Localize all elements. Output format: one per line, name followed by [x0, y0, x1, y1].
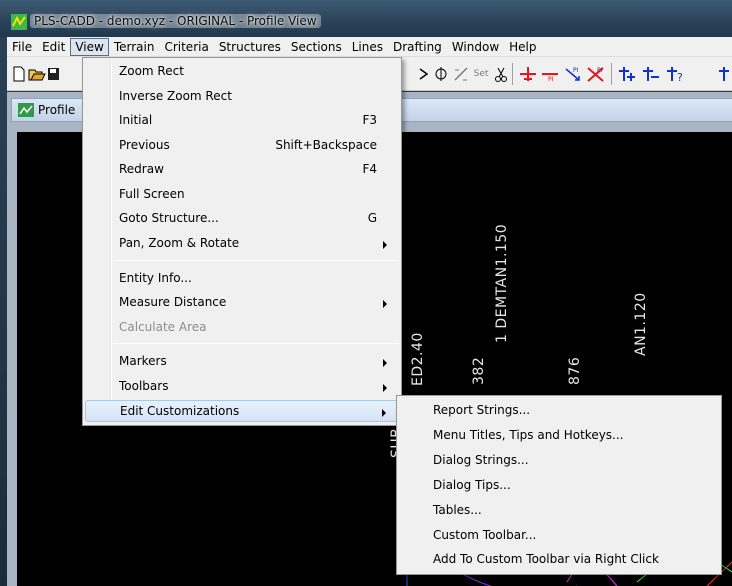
centerline-icon[interactable] [433, 64, 449, 84]
svg-text:?: ? [677, 71, 683, 84]
measure-icon[interactable] [453, 64, 469, 84]
profile-view-icon [18, 103, 34, 117]
window-title: PLS-CADD - demo.xyz - ORIGINAL - Profile… [30, 14, 321, 28]
svg-text:PI: PI [548, 76, 554, 83]
menu-bar: File Edit View Terrain Criteria Structur… [7, 37, 732, 57]
menu-item-markers[interactable]: Markers [85, 351, 399, 373]
shortcut-label: G [367, 211, 377, 225]
menu-file[interactable]: File [7, 38, 37, 56]
add-structure-icon[interactable] [617, 64, 637, 84]
menu-item-redraw[interactable]: Redraw F4 [85, 159, 399, 181]
submenu-item-menu-titles[interactable]: Menu Titles, Tips and Hotkeys... [399, 424, 719, 446]
submenu-arrow-icon [383, 241, 387, 249]
menu-item-goto-structure[interactable]: Goto Structure... G [85, 208, 399, 230]
submenu-item-dialog-tips[interactable]: Dialog Tips... [399, 474, 719, 496]
edit-customizations-submenu: Report Strings... Menu Titles, Tips and … [396, 395, 722, 575]
menu-item-previous[interactable]: Previous Shift+Backspace [85, 135, 399, 157]
structure-info-icon[interactable]: ? [665, 64, 687, 84]
menu-item-inverse-zoom-rect[interactable]: Inverse Zoom Rect [85, 86, 399, 108]
submenu-arrow-icon [383, 384, 387, 392]
new-file-icon[interactable] [11, 64, 27, 84]
menu-separator [113, 343, 399, 344]
menu-item-zoom-rect[interactable]: Zoom Rect [85, 61, 399, 83]
menu-view[interactable]: View [70, 37, 109, 56]
submenu-item-report-strings[interactable]: Report Strings... [399, 399, 719, 421]
structure-label: 876 [567, 356, 583, 385]
menu-separator [113, 260, 399, 261]
delete-structure-icon[interactable] [641, 64, 661, 84]
add-pi-icon[interactable] [518, 64, 538, 84]
menu-item-edit-customizations[interactable]: Edit Customizations [85, 400, 399, 422]
cursor-tool-icon[interactable] [417, 64, 431, 84]
menu-criteria[interactable]: Criteria [159, 38, 213, 56]
svg-text:PI: PI [573, 67, 579, 74]
shortcut-label: Shift+Backspace [275, 138, 377, 152]
move-pi-icon[interactable]: PI [563, 64, 583, 84]
title-bar: PLS-CADD - demo.xyz - ORIGINAL - Profile… [0, 0, 732, 37]
set-button[interactable]: Set [472, 64, 490, 84]
submenu-arrow-icon [382, 409, 386, 417]
menu-item-pan-zoom-rotate[interactable]: Pan, Zoom & Rotate [85, 233, 399, 255]
menu-drafting[interactable]: Drafting [388, 38, 447, 56]
submenu-arrow-icon [383, 300, 387, 308]
menu-item-measure-distance[interactable]: Measure Distance [85, 292, 399, 314]
screen: PLS-CADD - demo.xyz - ORIGINAL - Profile… [0, 0, 732, 586]
menu-structures[interactable]: Structures [214, 38, 286, 56]
submenu-item-tables[interactable]: Tables... [399, 499, 719, 521]
menu-item-calculate-area: Calculate Area [119, 320, 207, 334]
menu-item-entity-info[interactable]: Entity Info... [85, 268, 399, 290]
scissors-icon[interactable] [494, 64, 508, 84]
shortcut-label: F4 [362, 162, 377, 176]
submenu-arrow-icon [383, 359, 387, 367]
app-icon [11, 14, 27, 30]
profile-window-title: Profile [38, 103, 76, 117]
cross-pi-icon[interactable]: PI [585, 64, 607, 84]
menu-edit[interactable]: Edit [37, 38, 70, 56]
toolbar-separator [611, 63, 612, 85]
open-folder-icon[interactable] [28, 64, 46, 84]
submenu-item-custom-toolbar[interactable]: Custom Toolbar... [399, 524, 719, 546]
structure-label: AN1.120 [633, 292, 649, 356]
shortcut-label: F3 [362, 113, 377, 127]
menu-item-toolbars[interactable]: Toolbars [85, 376, 399, 398]
submenu-item-dialog-strings[interactable]: Dialog Strings... [399, 449, 719, 471]
toolbar-separator [512, 63, 513, 85]
structure-label: 382 [471, 356, 487, 385]
menu-terrain[interactable]: Terrain [109, 38, 160, 56]
more-tools-icon[interactable] [717, 64, 732, 84]
structure-label: 1 DEMTAN1.150 [494, 223, 510, 343]
delete-pi-icon[interactable]: PI [540, 64, 560, 84]
menu-help[interactable]: Help [504, 38, 541, 56]
save-icon[interactable] [47, 64, 59, 84]
view-menu-dropdown: Zoom Rect Inverse Zoom Rect Initial F3 P… [82, 57, 402, 426]
menu-item-initial[interactable]: Initial F3 [85, 110, 399, 132]
svg-text:PI: PI [597, 67, 603, 74]
menu-lines[interactable]: Lines [347, 38, 388, 56]
menu-sections[interactable]: Sections [286, 38, 347, 56]
menu-window[interactable]: Window [447, 38, 504, 56]
structure-label: ED2.40 [410, 332, 426, 386]
menu-item-full-screen[interactable]: Full Screen [85, 184, 399, 206]
submenu-item-add-to-custom-toolbar[interactable]: Add To Custom Toolbar via Right Click [399, 548, 719, 570]
